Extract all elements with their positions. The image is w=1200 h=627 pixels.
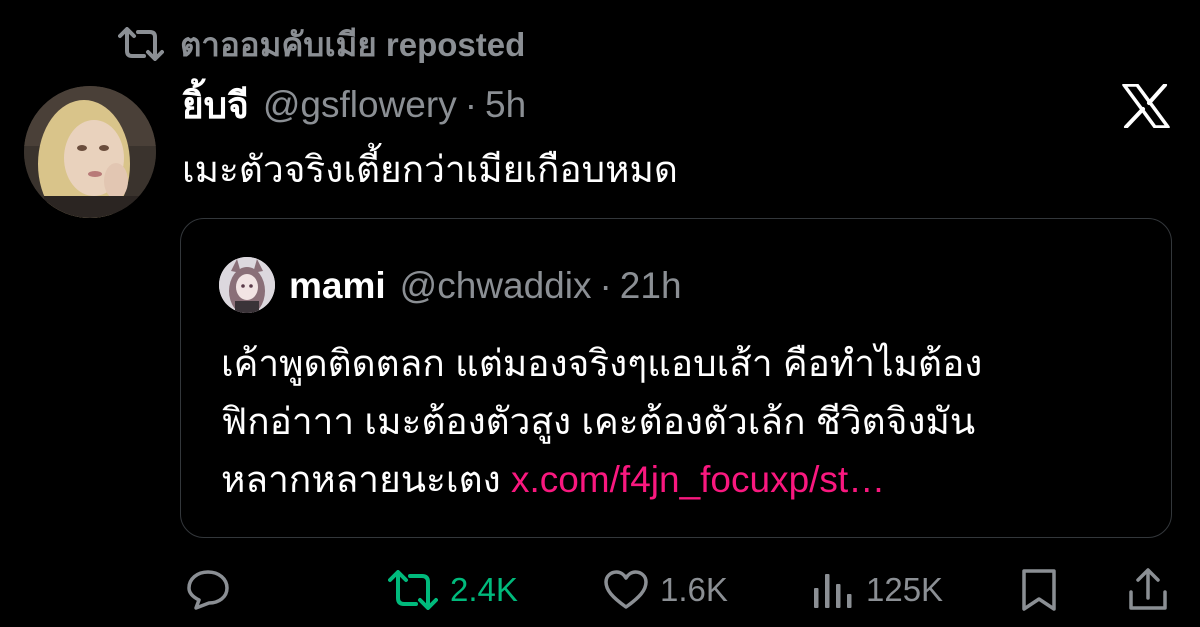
quoted-tweet-card[interactable]: mami @chwaddix · 21h เค้าพูดติดตลก แต่มอ… bbox=[180, 218, 1172, 538]
repost-icon bbox=[118, 27, 164, 61]
tweet-timestamp[interactable]: 5h bbox=[485, 84, 526, 126]
separator-dot: · bbox=[599, 265, 612, 306]
bookmark-icon bbox=[1020, 568, 1058, 612]
quote-author-handle[interactable]: @chwaddix bbox=[400, 265, 592, 307]
repost-label: ตาออมคับเมีย reposted bbox=[180, 25, 526, 63]
quote-text-line: เค้าพูดติดตลก แต่มองจริงๆแอบเส้า คือทำไม… bbox=[221, 343, 983, 384]
share-button[interactable] bbox=[1128, 560, 1168, 620]
quote-timestamp[interactable]: 21h bbox=[620, 265, 682, 307]
views-icon bbox=[812, 570, 854, 610]
repost-icon bbox=[388, 570, 438, 610]
tweet-text: เมะตัวจริงเตี้ยกว่าเมียเกือบหมด bbox=[182, 149, 678, 190]
share-icon bbox=[1128, 568, 1168, 612]
repost-indicator[interactable]: ตาออมคับเมีย reposted bbox=[118, 22, 525, 66]
views-count: 125K bbox=[866, 571, 944, 608]
author-avatar[interactable] bbox=[24, 86, 156, 218]
quote-link[interactable]: x.com/f4jn_focuxp/st… bbox=[511, 459, 885, 500]
quote-text: เค้าพูดติดตลก แต่มองจริงๆแอบเส้า คือทำไม… bbox=[221, 335, 1141, 509]
like-count: 1.6K bbox=[660, 571, 728, 608]
quote-text-line: ฟิกอ่าาา เมะต้องตัวสูง เคะต้องตัวเล้ก ชี… bbox=[221, 401, 976, 442]
tweet-header: ยิ้บจี @gsflowery · 5h bbox=[182, 82, 526, 128]
quote-text-fragment: หลากหลายนะเตง bbox=[221, 459, 501, 500]
bookmark-button[interactable] bbox=[1020, 560, 1058, 620]
repost-button[interactable]: 2.4K bbox=[388, 560, 518, 620]
reply-icon bbox=[186, 569, 230, 611]
quote-text-line: หลากหลายนะเตง x.com/f4jn_focuxp/st… bbox=[221, 451, 1141, 509]
repost-count: 2.4K bbox=[450, 571, 518, 608]
author-display-name[interactable]: ยิ้บจี bbox=[182, 76, 249, 135]
views-button[interactable]: 125K bbox=[812, 560, 943, 620]
action-bar: 2.4K 1.6K 125K bbox=[0, 560, 1200, 620]
x-logo-icon bbox=[1122, 83, 1170, 129]
author-handle[interactable]: @gsflowery bbox=[263, 84, 457, 126]
quote-author-display-name[interactable]: mami bbox=[289, 265, 386, 307]
quote-author-avatar[interactable] bbox=[219, 257, 275, 313]
separator-dot: · bbox=[464, 84, 478, 125]
reply-button[interactable] bbox=[186, 560, 230, 620]
quote-header: mami @chwaddix · 21h bbox=[289, 263, 682, 309]
like-button[interactable]: 1.6K bbox=[604, 560, 728, 620]
heart-icon bbox=[604, 570, 648, 610]
